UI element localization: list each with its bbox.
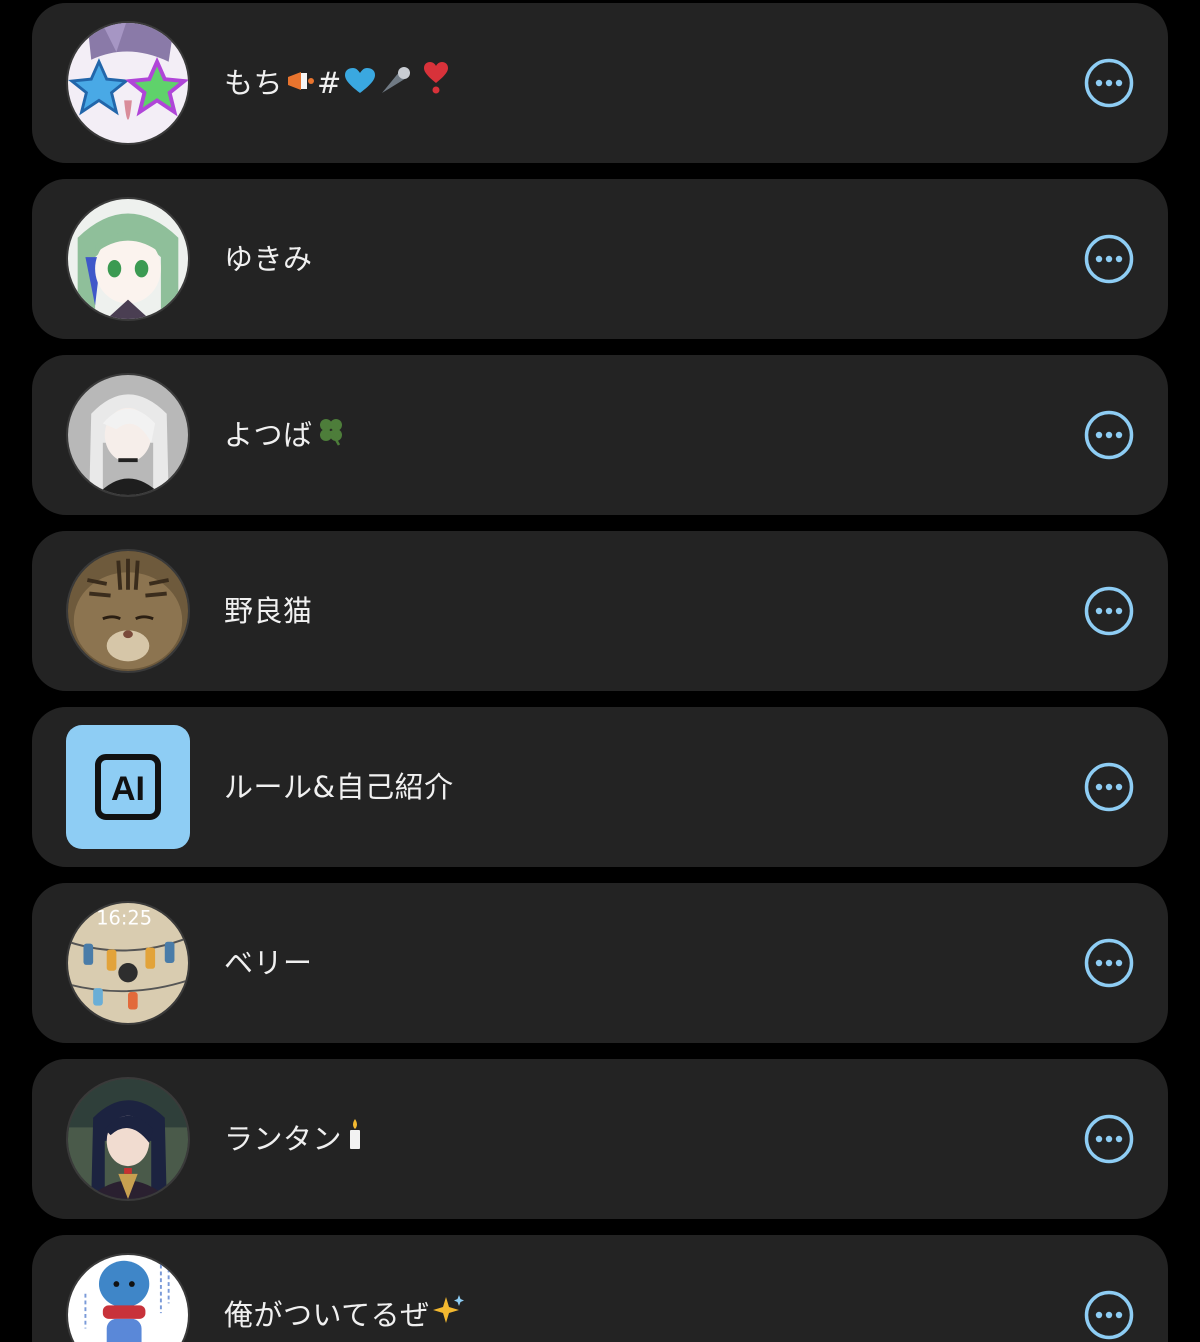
ai-logo-avatar: AI — [95, 754, 161, 820]
more-options-icon — [1084, 410, 1134, 460]
more-options-button[interactable] — [1084, 410, 1134, 460]
comet-icon — [378, 5, 414, 165]
member-row[interactable]: もち # — [32, 3, 1168, 163]
member-name: ゆきみ — [224, 179, 313, 339]
member-avatar[interactable]: AI — [66, 725, 190, 849]
member-avatar[interactable] — [66, 1077, 190, 1201]
member-row[interactable]: 野良猫 — [32, 531, 1168, 691]
more-options-icon — [1084, 1290, 1134, 1340]
member-avatar[interactable] — [66, 549, 190, 673]
member-name-text: 野良猫 — [224, 594, 313, 628]
member-name-suffix: # — [317, 66, 342, 100]
member-name-text: よつば — [224, 418, 313, 452]
avatar-time-text: 16:25 — [96, 906, 152, 929]
member-name: よつば — [224, 355, 347, 515]
member-avatar[interactable] — [66, 1253, 190, 1342]
candle-icon — [344, 1061, 366, 1221]
anime-dark-hair-avatar — [68, 1079, 188, 1199]
more-options-icon — [1084, 762, 1134, 812]
member-row[interactable]: AI ルール&自己紹介 — [32, 707, 1168, 867]
red-heart-exclamation-icon — [422, 5, 450, 165]
member-name-text: ゆきみ — [224, 242, 313, 276]
more-options-button[interactable] — [1084, 762, 1134, 812]
more-options-button[interactable] — [1084, 234, 1134, 284]
member-row[interactable]: よつば — [32, 355, 1168, 515]
more-options-icon — [1084, 58, 1134, 108]
more-options-button[interactable] — [1084, 1290, 1134, 1340]
member-name-text: ルール&自己紹介 — [224, 770, 454, 804]
more-options-button[interactable] — [1084, 586, 1134, 636]
more-options-icon — [1084, 586, 1134, 636]
member-name: 野良猫 — [224, 531, 313, 691]
member-list: もち # ゆきみ よつば 野良猫 AI ルール&自己紹介 16:25 ベリー ラ… — [0, 0, 1200, 1342]
member-name-text: もち — [224, 66, 284, 100]
anime-green-hair-avatar — [68, 199, 188, 319]
member-name: 俺がついてるぜ — [224, 1235, 466, 1342]
member-avatar[interactable] — [66, 373, 190, 497]
four-leaf-clover-icon — [315, 357, 347, 517]
socks-illustration-avatar: 16:25 — [68, 903, 188, 1023]
member-row[interactable]: 16:25 ベリー — [32, 883, 1168, 1043]
anime-star-glasses-avatar — [68, 23, 188, 143]
more-options-icon — [1084, 1114, 1134, 1164]
member-row[interactable]: 俺がついてるぜ — [32, 1235, 1168, 1342]
member-avatar[interactable]: 16:25 — [66, 901, 190, 1025]
member-name-text: ランタン — [224, 1122, 343, 1156]
sparkles-icon — [432, 1237, 466, 1342]
more-options-button[interactable] — [1084, 1114, 1134, 1164]
member-row[interactable]: ランタン — [32, 1059, 1168, 1219]
more-options-button[interactable] — [1084, 938, 1134, 988]
blue-creature-avatar — [68, 1255, 188, 1342]
cat-photo-avatar — [68, 551, 188, 671]
member-name: ベリー — [224, 883, 313, 1043]
member-name-text: 俺がついてるぜ — [224, 1298, 430, 1332]
member-name: ランタン — [224, 1059, 366, 1219]
member-name: ルール&自己紹介 — [224, 707, 454, 867]
anime-white-hair-avatar — [68, 375, 188, 495]
ai-logo-text: AI — [111, 770, 145, 808]
blue-heart-icon — [344, 5, 376, 165]
more-options-icon — [1084, 938, 1134, 988]
member-avatar[interactable] — [66, 197, 190, 321]
more-options-icon — [1084, 234, 1134, 284]
member-avatar[interactable] — [66, 21, 190, 145]
member-name-text: ベリー — [224, 946, 313, 980]
member-row[interactable]: ゆきみ — [32, 179, 1168, 339]
more-options-button[interactable] — [1084, 58, 1134, 108]
megaphone-icon — [285, 5, 317, 165]
member-name: もち # — [224, 3, 450, 163]
